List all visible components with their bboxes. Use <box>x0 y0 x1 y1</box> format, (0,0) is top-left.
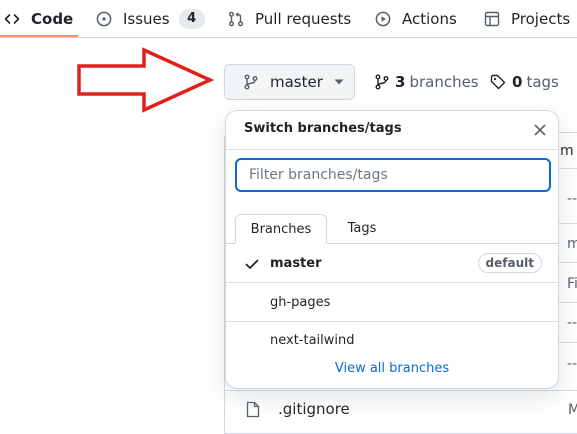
file-row-fragment: -- <box>567 356 577 372</box>
row-divider <box>225 390 577 391</box>
git-branch-icon <box>244 74 258 90</box>
tab-pull-requests-label: Pull requests <box>255 9 352 28</box>
tab-tags[interactable]: Tags <box>336 213 388 243</box>
issues-count-badge: 4 <box>178 8 205 29</box>
tab-projects-label: Projects <box>511 9 571 28</box>
issue-opened-icon <box>96 11 112 27</box>
tags-label: tags <box>526 73 559 91</box>
file-name[interactable]: .gitignore <box>278 400 350 418</box>
git-pull-request-icon <box>228 11 244 27</box>
tags-count: 0 <box>512 73 523 91</box>
close-icon[interactable] <box>532 122 548 138</box>
active-tab-underline <box>0 35 78 37</box>
tab-actions[interactable]: Actions <box>375 0 457 37</box>
branch-select-button[interactable]: master <box>224 64 355 100</box>
red-arrow-annotation <box>72 46 218 114</box>
check-icon <box>244 256 260 272</box>
file-row-fragment: M <box>568 402 577 418</box>
triangle-down-icon <box>334 79 344 85</box>
file-list-header-fragment: m M <box>560 143 577 159</box>
dropdown-title: Switch branches/tags <box>244 121 402 136</box>
branches-label: branches <box>409 73 479 91</box>
tab-code-label: Code <box>31 9 74 28</box>
code-icon <box>4 11 20 27</box>
view-all-branches-link[interactable]: View all branches <box>226 361 558 376</box>
branch-select-label: master <box>270 73 323 91</box>
branch-name: next-tailwind <box>270 332 355 348</box>
tab-actions-label: Actions <box>402 9 457 28</box>
branch-name: gh-pages <box>270 294 331 310</box>
repo-nav-bar: Code Issues 4 Pull requests Actions Proj… <box>0 0 577 38</box>
branch-item-master[interactable]: master default <box>226 244 558 283</box>
file-row-fragment: -- <box>567 315 577 331</box>
tab-branches[interactable]: Branches <box>235 214 327 244</box>
branches-count-link[interactable]: 3 branches <box>375 72 479 92</box>
tab-pull-requests[interactable]: Pull requests <box>228 0 351 37</box>
file-icon <box>246 401 260 418</box>
branch-item-next-tailwind[interactable]: next-tailwind <box>226 321 558 359</box>
dropdown-header: Switch branches/tags <box>226 111 558 150</box>
branch-name: master <box>270 255 322 271</box>
branches-count: 3 <box>395 73 406 91</box>
branch-tag-tabs: Branches Tags <box>226 205 558 244</box>
play-icon <box>375 11 391 27</box>
branch-item-gh-pages[interactable]: gh-pages <box>226 283 558 322</box>
tab-issues[interactable]: Issues 4 <box>96 0 205 37</box>
file-row-fragment: Fi <box>567 276 577 292</box>
tab-issues-label: Issues <box>123 9 170 28</box>
branch-switcher-dropdown: Switch branches/tags Branches Tags maste… <box>225 110 559 389</box>
view-all-branches-label: View all branches <box>334 361 450 376</box>
tab-code[interactable]: Code <box>4 0 73 37</box>
tab-tags-label: Tags <box>347 220 377 236</box>
file-row-fragment: -- <box>567 191 577 207</box>
tags-count-link[interactable]: 0 tags <box>490 72 559 92</box>
file-row-gitignore[interactable]: .gitignore <box>246 400 350 418</box>
default-branch-badge: default <box>477 253 542 273</box>
table-icon <box>484 11 500 27</box>
file-row-fragment: m <box>567 236 577 252</box>
tab-branches-label: Branches <box>250 221 312 237</box>
git-branch-icon <box>375 74 389 90</box>
tab-projects[interactable]: Projects <box>484 0 570 37</box>
tag-icon <box>490 74 506 90</box>
filter-branches-input[interactable] <box>235 158 551 192</box>
